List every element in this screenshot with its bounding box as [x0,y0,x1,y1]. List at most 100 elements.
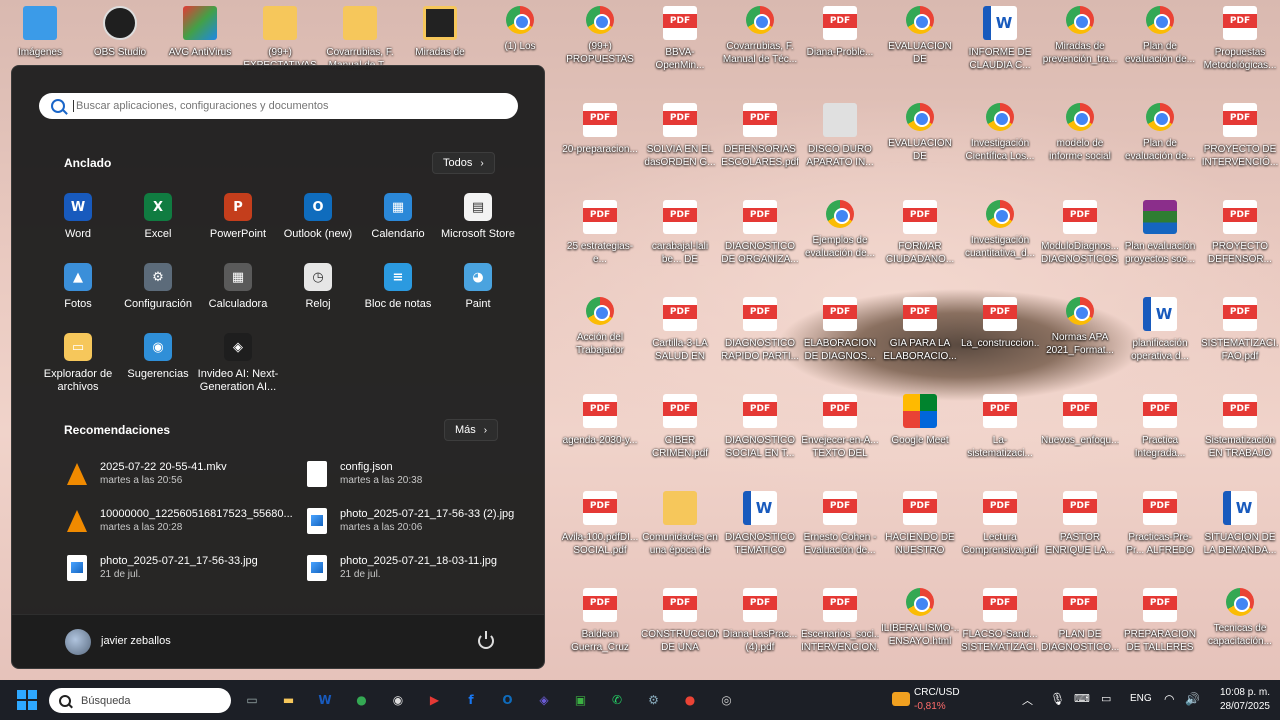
desktop-icon[interactable]: FORMAR CIUDADANO... [880,194,960,284]
desktop-icon[interactable]: Investigación Científica Los... [960,97,1040,187]
desktop-icon[interactable]: Tecnicas de capacitación... [1200,582,1280,672]
start-search-input[interactable] [73,100,493,112]
user-name[interactable]: javier zeballos [101,635,171,647]
desktop-icon[interactable]: Ejemplos de evaluación de... [800,194,880,284]
desktop-icon[interactable]: La-sistematizaci... MARIA CIFUEN... [960,388,1040,478]
desktop-icon[interactable]: ModuloDiagnos... DIAGNOSTICOS... [1040,194,1120,284]
desktop-icon[interactable]: Practicas-Pre-Pr... ALFREDO CARB... [1120,485,1200,575]
taskbar-outlook-icon[interactable]: O [494,686,522,714]
desktop-icon[interactable]: DEFENSORIAS ESCOLARES.pdf [720,97,800,187]
recommendation-item[interactable]: 10000000_122560516817523_55680... martes … [66,503,296,539]
desktop-icon[interactable]: FLACSO-Sand... SISTEMATIZACI... [960,582,1040,672]
taskbar-whatsapp-icon[interactable]: ✆ [603,686,631,714]
desktop-icon[interactable]: Ernesto Cohen - Evaluación de... [800,485,880,575]
pinned-app[interactable]: ▲ Fotos [38,261,118,327]
desktop-icon[interactable]: ELABORACION DE DIAGNOS... [800,291,880,381]
desktop-icon[interactable]: modelo de informe social e... [1040,97,1120,187]
desktop-icon[interactable]: SISTEMATIZACI... FAO.pdf [1200,291,1280,381]
desktop-icon[interactable]: Plan evaluación proyectos soc... [1120,194,1200,284]
pinned-app[interactable]: ◈ Invideo AI: Next-Generation AI... [198,331,278,397]
desktop-icon[interactable]: PROYECTO DE INTERVENCIÓ... [1200,97,1280,187]
desktop-icon[interactable]: carabajal-lali be... DE SISTEMATIZ... [640,194,720,284]
pinned-app[interactable]: O Outlook (new) [278,191,358,257]
taskbar-app-circle-icon[interactable]: ◉ [384,686,412,714]
desktop-icon[interactable]: W DIAGNOSTICO TEMATICO Pract... [720,485,800,575]
desktop-icon[interactable]: Sistematización EN TRABAJO S... [1200,388,1280,478]
clock-time[interactable]: 10:08 p. m. [1212,687,1270,698]
taskbar-word-icon[interactable]: W [311,686,339,714]
more-recommendations-button[interactable]: Más › [444,419,499,441]
pinned-app[interactable]: ▭ Explorador de archivos [38,331,118,397]
desktop-icon[interactable]: (99+) PROPUESTAS P... [560,0,640,90]
desktop-icon[interactable]: BBVA-OpenMin... [640,0,720,90]
desktop-icon[interactable]: Cartilla-3-LA SALUD EN SOL... [640,291,720,381]
pinned-app[interactable]: ◕ Paint [438,261,518,327]
desktop-icon[interactable]: agenda-2030-y... [560,388,640,478]
desktop-icon[interactable]: Diana-Proble... [800,0,880,90]
desktop-icon[interactable]: Acción del Trabajador Soci... [560,291,640,381]
desktop-icon[interactable]: HACIENDO DE NUESTRO BAR... [880,485,960,575]
desktop-icon[interactable]: Lectura Comprensiva.pdf [960,485,1040,575]
desktop-icon[interactable]: DIAGNOSTICO RAPIDO PARTI... [720,291,800,381]
pinned-app[interactable]: ◉ Sugerencias [118,331,198,397]
pinned-app[interactable]: ▦ Calendario [358,191,438,257]
desktop-icon[interactable]: DIAGNOSTICO SOCIAL EN T... [720,388,800,478]
recommendation-item[interactable]: 2025-07-22 20-55-41.mkv martes a las 20:5… [66,456,296,492]
start-button[interactable] [13,686,41,714]
desktop-icon[interactable]: PREPARACION DE TALLERES CON... [1120,582,1200,672]
recommendation-item[interactable]: photo_2025-07-21_17-56-33.jpg 21 de jul. [66,550,296,586]
desktop-icon[interactable]: 25 estrategias-e... [560,194,640,284]
taskbar-app-purple-icon[interactable]: ◈ [530,686,558,714]
desktop-icon[interactable]: PROYECTO DEFENSOR... [1200,194,1280,284]
recommendation-item[interactable]: config.json martes a las 20:38 [306,456,536,492]
desktop-icon[interactable]: CIBER CRIMEN.pdf [640,388,720,478]
desktop-icon[interactable]: 20-preparacion... [560,97,640,187]
pinned-app[interactable]: ≡ Bloc de notas [358,261,438,327]
recommendation-item[interactable]: photo_2025-07-21_18-03-11.jpg 21 de jul. [306,550,536,586]
desktop-icon[interactable]: EVALUACION DE PROYECTOS DE... [880,0,960,90]
chevron-up-icon[interactable]: ︿ [1022,692,1033,708]
taskbar-settings-icon[interactable]: ⚙ [640,686,668,714]
taskbar-chrome-icon[interactable]: ● [348,686,376,714]
desktop-icon[interactable]: W INFORME DE CLAUDIA C... [960,0,1040,90]
pinned-app[interactable]: ◷ Reloj [278,261,358,327]
desktop-icon[interactable]: Google Meet [880,388,960,478]
taskbar-search-box[interactable]: Búsqueda [49,688,231,713]
desktop-icon[interactable]: EVALUACION DE PROYECTOS DE... [880,97,960,187]
desktop-icon[interactable]: Practica Integrada... [1120,388,1200,478]
taskbar-obs-icon[interactable]: ◎ [713,686,741,714]
desktop-icon[interactable]: Plan de evaluación de... [1120,97,1200,187]
currency-widget-icon[interactable] [888,686,914,712]
pinned-app[interactable]: X Excel [118,191,198,257]
taskbar-chrome-2-icon[interactable]: ● [676,686,704,714]
microphone-icon[interactable]: 🎙 [1050,692,1065,706]
taskbar-video-editor-icon[interactable]: ▶ [421,686,449,714]
desktop-icon[interactable]: Comunidades en una época de in... [640,485,720,575]
desktop-icon[interactable]: Envejecer-en-A... TEXTO DEL BID... [800,388,880,478]
pinned-app[interactable]: W Word [38,191,118,257]
desktop-icon[interactable]: W SITUACION DE LA DEMANDA... [1200,485,1280,575]
desktop-icon[interactable]: PASTOR ENRIQUE LA... [1040,485,1120,575]
recommendation-item[interactable]: photo_2025-07-21_17-56-33 (2).jpg martes … [306,503,536,539]
desktop-icon[interactable]: Avila-100.pdfDI... SOCIAL.pdf [560,485,640,575]
user-avatar[interactable] [65,629,91,655]
taskbar-facebook-icon[interactable]: f [457,686,485,714]
desktop-icon[interactable]: Covarrubias, F. Manual de Téc... [720,0,800,90]
desktop-icon[interactable]: PLAN DE DIAGNOSTICO... [1040,582,1120,672]
pinned-app[interactable]: ▦ Calculadora [198,261,278,327]
desktop-icon[interactable]: GIA PARA LA ELABORACIO... [880,291,960,381]
currency-pair[interactable]: CRC/USD [914,687,960,698]
desktop-icon[interactable]: Propuestas Metodológicas... [1200,0,1280,90]
volume-icon[interactable]: 🔊 [1185,692,1200,706]
desktop-icon[interactable]: Diana-LasPrac... (4).pdf [720,582,800,672]
all-apps-button[interactable]: Todos › [432,152,495,174]
desktop-icon[interactable]: DISCO DURO APARATO IN... [800,97,880,187]
desktop-icon[interactable]: Nuevos_enfoqu... [1040,388,1120,478]
taskbar-task-view-icon[interactable]: ▭ [238,686,266,714]
clock-date[interactable]: 28/07/2025 [1212,701,1270,712]
keyboard-icon[interactable]: ⌨ [1074,692,1090,705]
desktop-icon[interactable]: La_construccion... [960,291,1040,381]
taskbar-camtasia-icon[interactable]: ▣ [567,686,595,714]
desktop-icon[interactable]: ILIBERALISMO-... ENSAYO.html [880,582,960,672]
desktop-icon[interactable]: Plan de evaluación de... [1120,0,1200,90]
